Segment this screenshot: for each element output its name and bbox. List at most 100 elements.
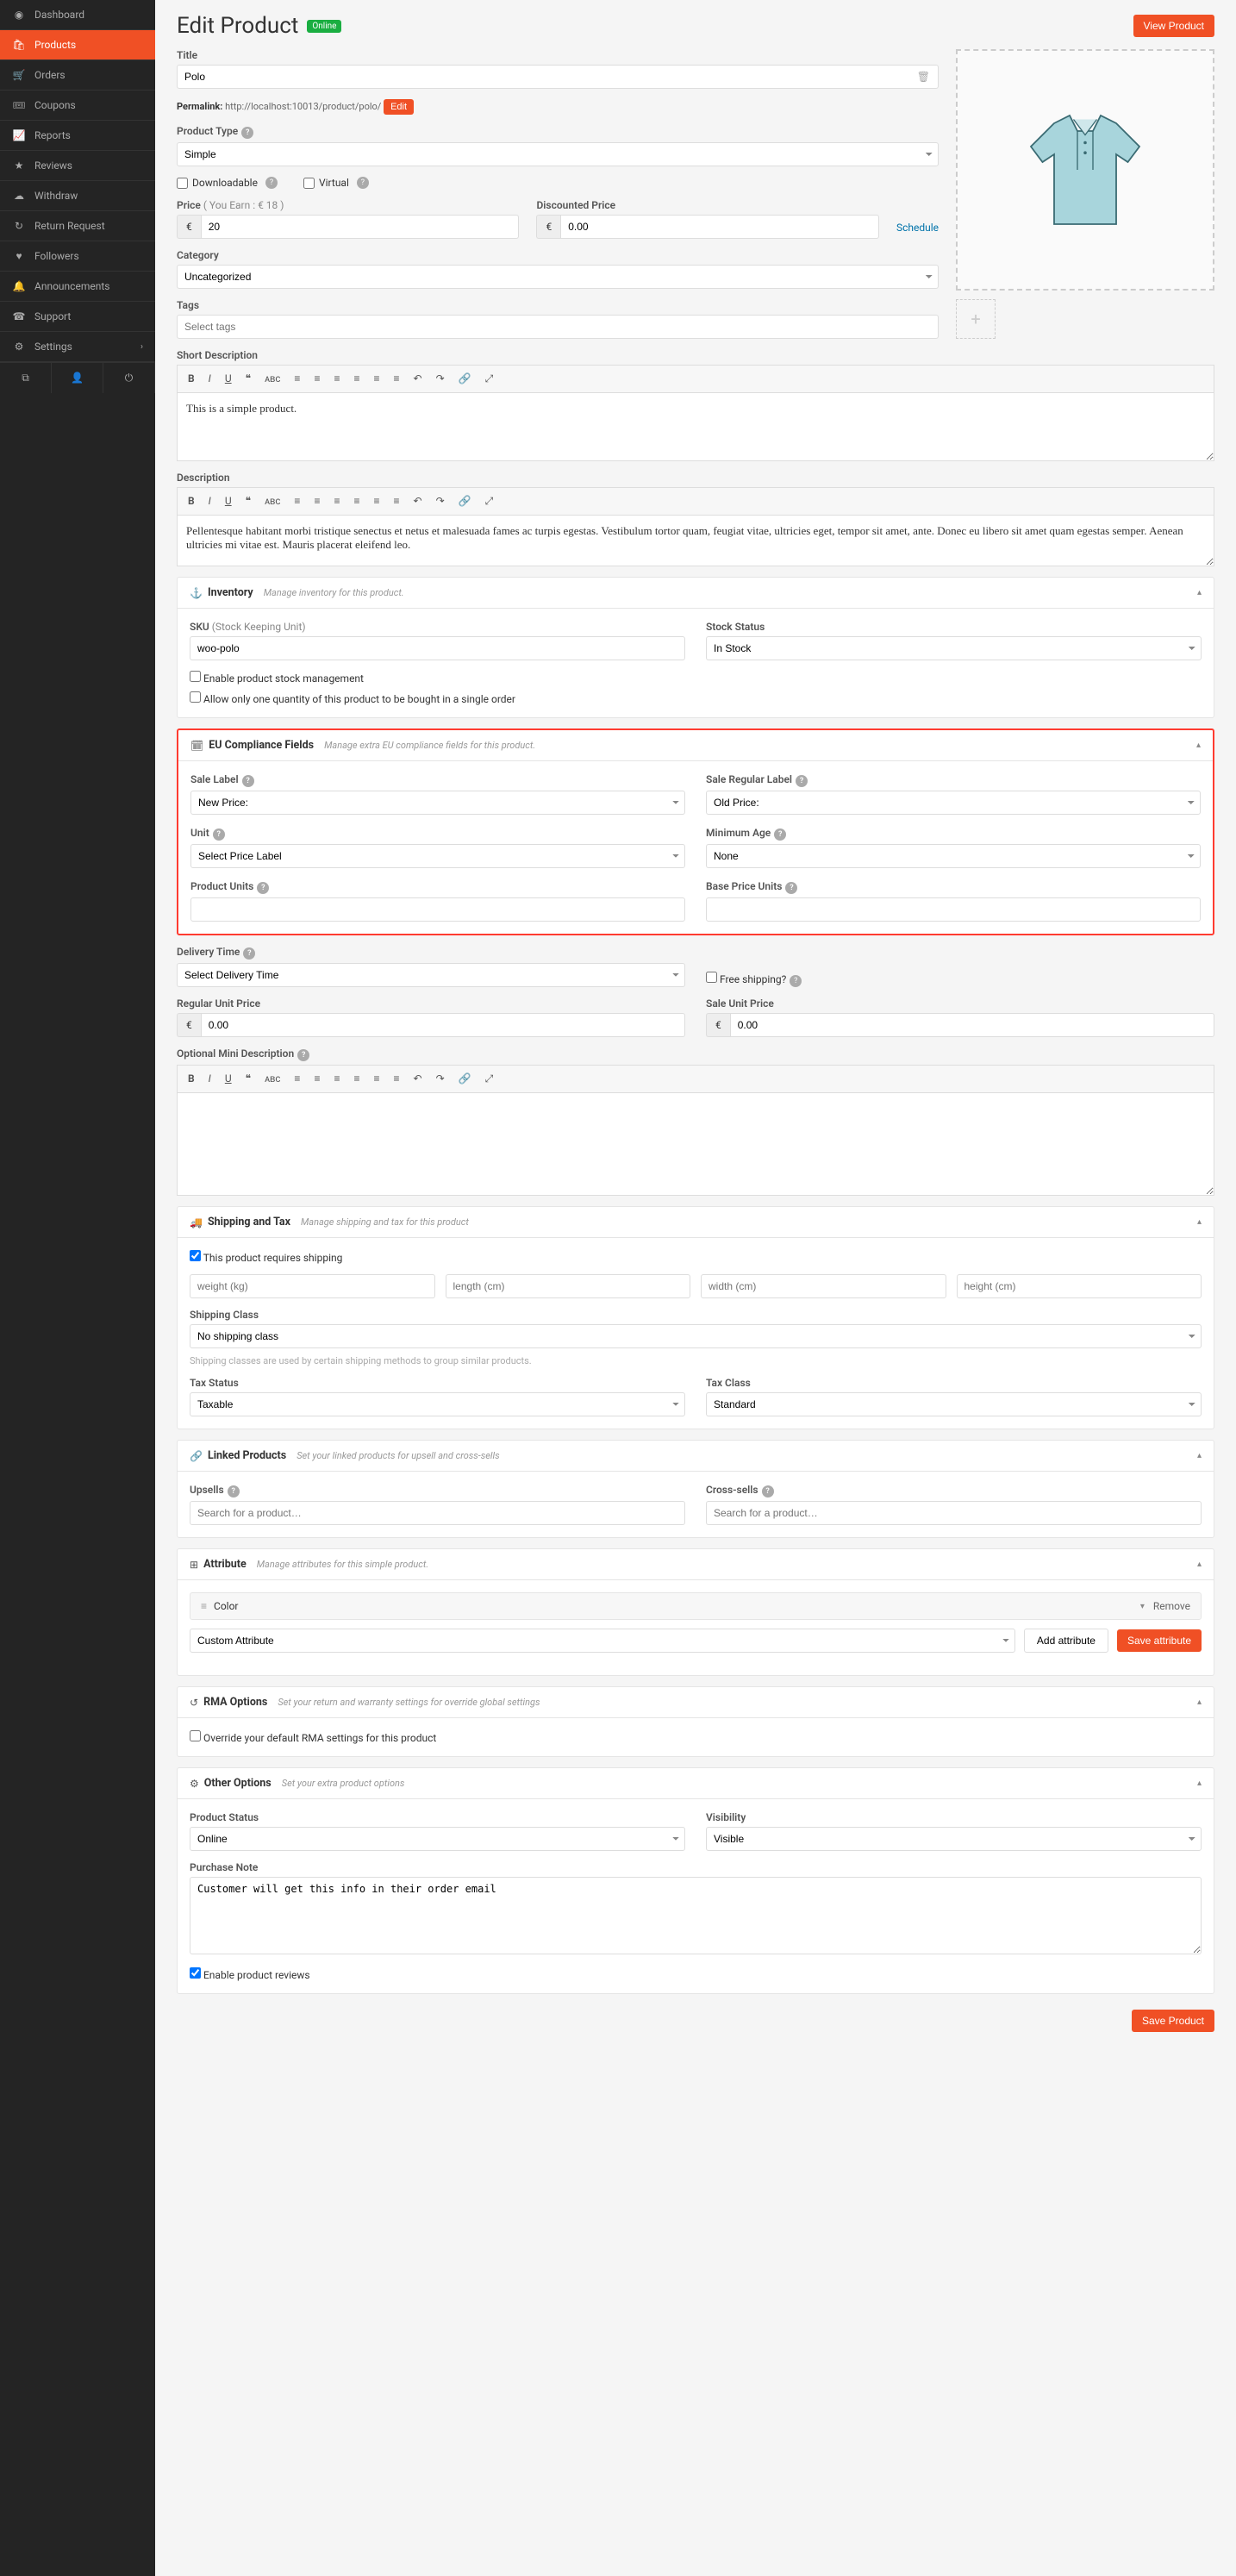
base-price-units-input[interactable] (706, 897, 1201, 922)
view-product-button[interactable]: View Product (1133, 15, 1214, 37)
toolbar-btn[interactable]: ❝ (242, 371, 254, 387)
toolbar-btn[interactable]: ≡ (330, 1071, 343, 1087)
sidebar-item-coupons[interactable]: 🎟Coupons (0, 91, 155, 121)
sidebar-item-support[interactable]: ☎Support (0, 302, 155, 332)
sidebar-item-products[interactable]: 🛍Products (0, 30, 155, 60)
sidebar-item-dashboard[interactable]: ◉Dashboard (0, 0, 155, 30)
help-icon[interactable]: ? (241, 127, 253, 139)
toolbar-btn[interactable]: ≡ (370, 371, 383, 387)
product-units-input[interactable] (190, 897, 685, 922)
sidebar-item-withdraw[interactable]: ☁Withdraw (0, 181, 155, 211)
toolbar-btn[interactable]: ≡ (310, 371, 323, 387)
min-age-select[interactable]: None (706, 844, 1201, 868)
tax-status-select[interactable]: Taxable (190, 1392, 685, 1416)
custom-attribute-select[interactable]: Custom Attribute (190, 1629, 1015, 1653)
permalink-edit-button[interactable]: Edit (384, 99, 414, 115)
enable-stock-checkbox[interactable]: Enable product stock management (190, 672, 364, 685)
toolbar-btn[interactable]: ≡ (370, 1071, 383, 1087)
sale-label-select[interactable]: New Price: (190, 791, 685, 815)
collapse-icon[interactable]: ▴ (1197, 1560, 1202, 1569)
sidebar-item-reports[interactable]: 📈Reports (0, 121, 155, 151)
save-product-button[interactable]: Save Product (1132, 2010, 1214, 2032)
downloadable-checkbox[interactable]: Downloadable? (177, 177, 278, 189)
toolbar-btn[interactable]: ⤢ (482, 1071, 497, 1087)
help-icon[interactable]: ? (796, 775, 808, 787)
toolbar-btn[interactable]: ≡ (350, 1071, 363, 1087)
toolbar-btn[interactable]: 🔗 (455, 1071, 475, 1087)
visibility-select[interactable]: Visible (706, 1827, 1202, 1851)
toolbar-btn[interactable]: ≡ (310, 493, 323, 510)
collapse-icon[interactable]: ▴ (1196, 741, 1201, 750)
toolbar-btn[interactable]: B (184, 493, 198, 510)
discounted-input[interactable] (560, 215, 879, 239)
help-icon[interactable]: ? (242, 775, 254, 787)
toolbar-btn[interactable]: 🔗 (455, 371, 475, 387)
help-icon[interactable]: ? (774, 828, 786, 841)
upsells-input[interactable] (190, 1501, 685, 1525)
sku-input[interactable] (190, 636, 685, 660)
toolbar-btn[interactable]: ≡ (390, 371, 403, 387)
toolbar-btn[interactable]: I (205, 1071, 215, 1087)
toolbar-btn[interactable]: U (222, 493, 235, 510)
toolbar-btn[interactable]: ≡ (290, 493, 303, 510)
toolbar-btn[interactable]: ≡ (330, 493, 343, 510)
width-input[interactable] (701, 1274, 946, 1298)
cross-sells-input[interactable] (706, 1501, 1202, 1525)
toolbar-btn[interactable]: ⤢ (482, 493, 497, 510)
collapse-icon[interactable]: ▴ (1197, 588, 1202, 597)
unit-select[interactable]: Select Price Label (190, 844, 685, 868)
toolbar-btn[interactable]: ≡ (350, 371, 363, 387)
sidebar-item-settings[interactable]: ⚙Settings› (0, 332, 155, 362)
add-attribute-button[interactable]: Add attribute (1024, 1629, 1108, 1653)
mini-desc-editor[interactable] (177, 1092, 1214, 1196)
help-icon[interactable]: ? (257, 882, 269, 894)
sidebar-user-icon[interactable]: 👤 (52, 363, 103, 393)
toolbar-btn[interactable]: ↶ (410, 371, 426, 387)
requires-shipping-checkbox[interactable]: This product requires shipping (190, 1252, 342, 1264)
help-icon[interactable]: ? (790, 975, 802, 987)
sidebar-item-followers[interactable]: ♥Followers (0, 241, 155, 272)
toolbar-btn[interactable]: ❝ (242, 493, 254, 510)
sidebar-item-announcements[interactable]: 🔔Announcements (0, 272, 155, 302)
shipping-class-select[interactable]: No shipping class (190, 1324, 1202, 1348)
category-select[interactable]: Uncategorized (177, 265, 939, 289)
toolbar-btn[interactable]: ≡ (370, 493, 383, 510)
collapse-icon[interactable]: ▴ (1197, 1451, 1202, 1460)
collapse-icon[interactable]: ▴ (1197, 1779, 1202, 1788)
stock-status-select[interactable]: In Stock (706, 636, 1202, 660)
toolbar-btn[interactable]: ↶ (410, 1071, 426, 1087)
help-icon[interactable]: ? (785, 882, 797, 894)
help-icon[interactable]: ? (297, 1049, 309, 1061)
toolbar-btn[interactable]: ↷ (433, 493, 448, 510)
title-input[interactable] (177, 65, 939, 89)
help-icon[interactable]: ? (228, 1485, 240, 1497)
delivery-time-select[interactable]: Select Delivery Time (177, 963, 685, 987)
short-desc-editor[interactable]: This is a simple product. (177, 392, 1214, 461)
toolbar-btn[interactable]: U (222, 371, 235, 387)
toolbar-btn[interactable]: ᴀʙᴄ (261, 493, 284, 510)
toolbar-btn[interactable]: ≡ (290, 371, 303, 387)
toolbar-btn[interactable]: ≡ (290, 1071, 303, 1087)
help-icon[interactable]: ? (762, 1485, 774, 1497)
height-input[interactable] (957, 1274, 1202, 1298)
enable-reviews-checkbox[interactable]: Enable product reviews (190, 1969, 310, 1981)
length-input[interactable] (446, 1274, 691, 1298)
sidebar-ext-icon[interactable]: ⧉ (0, 363, 52, 393)
help-icon[interactable]: ? (243, 947, 255, 960)
chevron-down-icon[interactable]: ▾ (1140, 1602, 1145, 1611)
help-icon[interactable]: ? (265, 177, 278, 189)
toolbar-btn[interactable]: I (205, 493, 215, 510)
toolbar-btn[interactable]: B (184, 1071, 198, 1087)
product-image[interactable] (956, 49, 1214, 291)
only-one-checkbox[interactable]: Allow only one quantity of this product … (190, 693, 515, 705)
toolbar-btn[interactable]: ❝ (242, 1071, 254, 1087)
tax-class-select[interactable]: Standard (706, 1392, 1202, 1416)
schedule-link[interactable]: Schedule (896, 222, 939, 239)
toolbar-btn[interactable]: I (205, 371, 215, 387)
sale-unit-price-input[interactable] (730, 1013, 1214, 1037)
help-icon[interactable]: ? (357, 177, 369, 189)
price-input[interactable] (201, 215, 520, 239)
attribute-color-row[interactable]: ≡ Color ▾ Remove (190, 1592, 1202, 1620)
virtual-checkbox[interactable]: Virtual? (303, 177, 369, 189)
collapse-icon[interactable]: ▴ (1197, 1217, 1202, 1227)
